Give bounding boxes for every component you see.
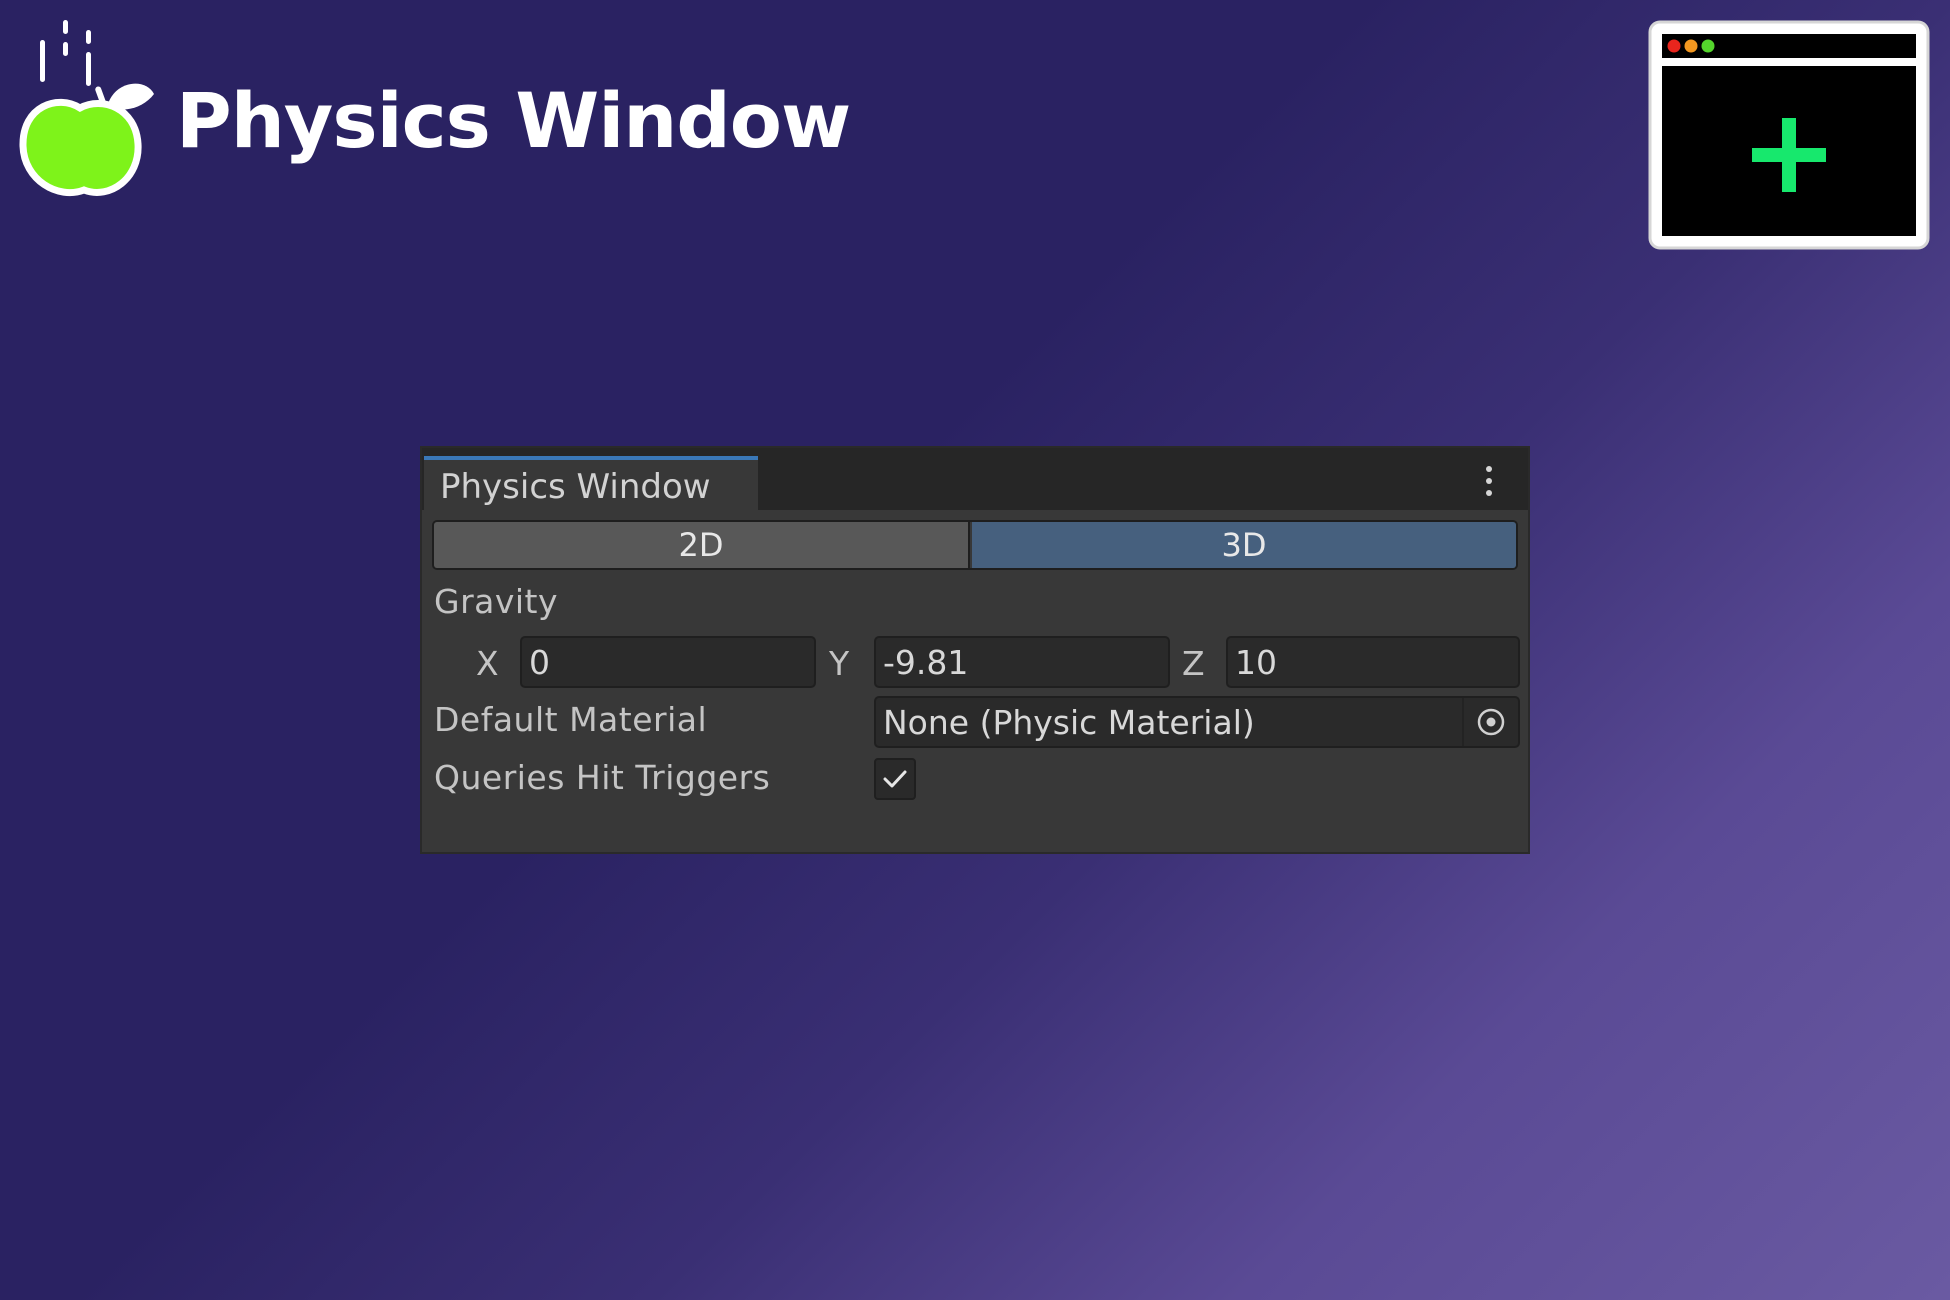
new-window-plus-icon [1648, 20, 1930, 250]
gravity-y-field[interactable]: -9.81 [874, 636, 1170, 688]
object-picker-icon[interactable] [1462, 698, 1518, 746]
queries-hit-triggers-label: Queries Hit Triggers [434, 758, 771, 797]
tab-bar: Physics Window [422, 448, 1528, 510]
mode-3d-button[interactable]: 3D [972, 522, 1516, 568]
mode-2d-button[interactable]: 2D [434, 522, 970, 568]
physics-window-panel: Physics Window 2D 3D Gravity X 0 Y -9.81… [422, 448, 1528, 852]
gravity-label: Gravity [434, 582, 559, 621]
default-material-field[interactable]: None (Physic Material) [874, 696, 1520, 748]
queries-hit-triggers-checkbox[interactable] [874, 758, 916, 800]
gravity-x-label: X [476, 644, 499, 683]
gravity-z-value: 10 [1235, 643, 1277, 682]
brand-header: Physics Window [18, 18, 878, 208]
falling-apple-icon [19, 20, 154, 197]
gravity-x-field[interactable]: 0 [520, 636, 816, 688]
default-material-label: Default Material [434, 700, 708, 739]
kebab-menu-icon[interactable] [1482, 466, 1496, 502]
tab-label: Physics Window [440, 467, 711, 507]
default-material-value: None (Physic Material) [883, 703, 1255, 742]
checkmark-icon [883, 770, 907, 788]
page-title: Physics Window [176, 76, 851, 165]
gravity-z-field[interactable]: 10 [1226, 636, 1520, 688]
gravity-y-value: -9.81 [883, 643, 969, 682]
mode-toggle: 2D 3D [432, 520, 1518, 570]
tab-physics-window[interactable]: Physics Window [424, 456, 758, 510]
gravity-z-label: Z [1182, 644, 1205, 683]
gravity-y-label: Y [829, 644, 850, 683]
gravity-x-value: 0 [529, 643, 550, 682]
